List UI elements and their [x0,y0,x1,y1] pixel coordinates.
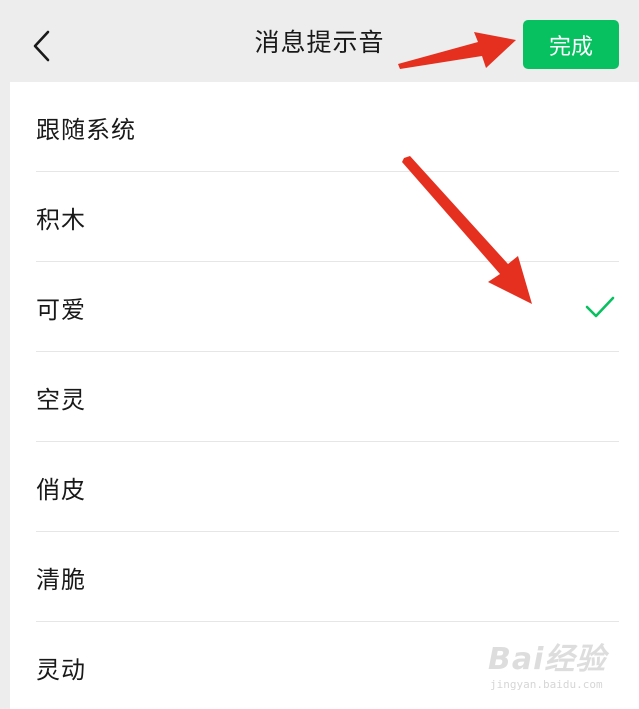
sound-option[interactable]: 清脆 [10,532,639,622]
checkmark-icon [585,296,615,318]
sound-option-label: 可爱 [36,295,86,324]
sound-list: 跟随系统积木可爱空灵俏皮清脆灵动 [10,82,639,709]
sound-option[interactable]: 跟随系统 [10,82,639,172]
sound-option-label: 跟随系统 [36,115,136,144]
chevron-left-icon [33,30,50,62]
sound-option-label: 积木 [36,205,86,234]
sound-option[interactable]: 积木 [10,172,639,262]
watermark-logo: Bai经验 [488,642,607,677]
sound-option[interactable]: 空灵 [10,352,639,442]
sound-option-label: 清脆 [36,565,86,594]
sound-option[interactable]: 俏皮 [10,442,639,532]
watermark: Bai经验 jingyan.baidu.com [488,632,628,698]
sound-option-label: 俏皮 [36,475,86,504]
watermark-url: jingyan.baidu.com [490,678,603,691]
sound-option-label: 空灵 [36,385,86,414]
sound-option[interactable]: 可爱 [10,262,639,352]
sound-option-label: 灵动 [36,655,86,684]
nav-bar: 消息提示音 完成 [0,0,639,82]
sound-settings-screen: 消息提示音 完成 跟随系统积木可爱空灵俏皮清脆灵动 Bai经验 jingyan.… [0,0,639,709]
done-button[interactable]: 完成 [523,20,619,69]
back-button[interactable] [22,26,62,66]
